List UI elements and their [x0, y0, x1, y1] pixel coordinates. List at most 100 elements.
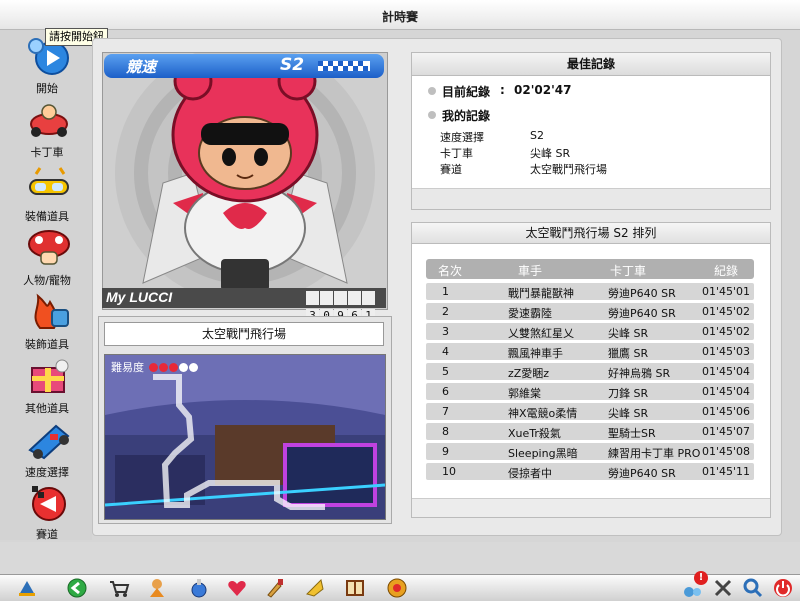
- time-cell: 01'45'11: [702, 465, 751, 478]
- score-digit: [320, 291, 333, 305]
- kart-cell: 刀鋒 SR: [608, 387, 649, 400]
- horn-icon[interactable]: [304, 577, 326, 599]
- potion-icon[interactable]: [188, 577, 210, 599]
- settings-icon[interactable]: [712, 577, 734, 599]
- kart-cell: 勞迪P640 SR: [608, 467, 676, 480]
- current-record-label: 目前紀錄: [442, 85, 491, 99]
- track-preview-image: [105, 355, 385, 519]
- best-record-title: 最佳記錄: [412, 53, 770, 76]
- driver-cell: 侵掠者中: [508, 467, 552, 480]
- current-record-value: 02'02'47: [514, 83, 572, 97]
- rank-cell: 10: [442, 465, 456, 478]
- sidebar-item-label: 卡丁車: [30, 146, 64, 159]
- sidebar-item-label: 其他道具: [25, 402, 69, 415]
- driver-cell: 飄風神車手: [508, 347, 563, 360]
- rank-cell: 3: [442, 325, 449, 338]
- sidebar-item-label: 人物/寵物: [23, 274, 71, 287]
- sidebar-item-kart[interactable]: 卡丁車: [4, 100, 90, 162]
- kart-cell: 好神烏鴉 SR: [608, 367, 671, 380]
- record-field-value: 尖峰 SR: [530, 147, 571, 160]
- sidebar-item-character-pet[interactable]: 人物/寵物: [4, 228, 90, 290]
- table-row[interactable]: 10 侵掠者中 勞迪P640 SR 01'45'11: [426, 463, 754, 480]
- table-row[interactable]: 1 戰鬥暴龍獸神 勞迪P640 SR 01'45'01: [426, 283, 754, 300]
- kart-cell: 聖騎士SR: [608, 427, 656, 440]
- sidebar-item-speed-select[interactable]: 速度選擇: [4, 420, 90, 482]
- kart-cell: 尖峰 SR: [608, 327, 649, 340]
- record-field-value: S2: [530, 129, 544, 142]
- kart-cell: 獵鷹 SR: [608, 347, 649, 360]
- record-field-key: 速度選擇: [440, 131, 484, 144]
- rank-cell: 1: [442, 285, 449, 298]
- driver-cell: 戰鬥暴龍獸神: [508, 287, 574, 300]
- table-row[interactable]: 6 郭維棠 刀鋒 SR 01'45'04: [426, 383, 754, 400]
- character-icon[interactable]: [146, 577, 168, 599]
- column-header: 紀錄: [714, 264, 739, 278]
- start-logo-icon[interactable]: [16, 577, 38, 599]
- checkered-flag-icon: [32, 486, 66, 521]
- bullet-icon: [428, 87, 436, 95]
- table-row[interactable]: 9 Sleeping黑暗 練習用卡丁車 PRO 01'45'08: [426, 443, 754, 460]
- difficulty-dot: [168, 363, 178, 372]
- driver-cell: 神X電競o柔情: [508, 407, 578, 420]
- time-cell: 01'45'01: [702, 285, 751, 298]
- kart-cell: 勞迪P640 SR: [608, 287, 676, 300]
- track-name: 太空戰鬥飛行場: [104, 322, 384, 346]
- mushroom-character-icon: [28, 230, 70, 265]
- kart-emblem-icon[interactable]: [386, 577, 408, 599]
- back-arrow-icon[interactable]: [66, 577, 88, 599]
- sidebar-item-equipment[interactable]: 裝備道具: [4, 164, 90, 226]
- rank-cell: 7: [442, 405, 449, 418]
- driver-cell: Sleeping黑暗: [508, 447, 578, 460]
- shopping-cart-icon[interactable]: [108, 577, 130, 599]
- panel-footer: [412, 498, 770, 517]
- notification-badge: !: [694, 571, 708, 585]
- rank-cell: 5: [442, 365, 449, 378]
- sidebar-item-label: 裝備道具: [25, 210, 69, 223]
- difficulty-indicator: 難易度: [111, 359, 198, 375]
- difficulty-dots: [148, 361, 198, 374]
- flame-shirt-icon: [34, 293, 69, 329]
- bullet-icon: [428, 111, 436, 119]
- panel-footer: [412, 188, 770, 209]
- current-record-separator: :: [500, 83, 505, 97]
- record-field-key: 卡丁車: [440, 147, 473, 160]
- column-header: 名次: [438, 264, 463, 278]
- time-cell: 01'45'06: [702, 405, 751, 418]
- goggles-icon: [29, 167, 69, 195]
- character-illustration: [115, 53, 375, 303]
- ranking-panel: 太空戰鬥飛行場 S2 排列 名次 車手 卡丁車 紀錄 1 戰鬥暴龍獸神 勞迪P640…: [411, 222, 771, 518]
- time-cell: 01'45'04: [702, 365, 751, 378]
- best-record-panel: 最佳記錄 目前紀錄 : 02'02'47 我的記錄 速度選擇 S2 卡丁車 尖峰…: [411, 52, 771, 210]
- sidebar-item-other-items[interactable]: 其他道具: [4, 356, 90, 418]
- mode-label: 競速: [126, 58, 157, 76]
- sidebar-item-track[interactable]: 賽道: [4, 482, 90, 544]
- character-preview: [102, 52, 388, 310]
- kart-cell: 尖峰 SR: [608, 407, 649, 420]
- sidebar-item-label: 速度選擇: [25, 466, 69, 479]
- table-row[interactable]: 7 神X電競o柔情 尖峰 SR 01'45'06: [426, 403, 754, 420]
- score-digit: [362, 291, 375, 305]
- difficulty-label: 難易度: [111, 361, 144, 374]
- paint-brush-icon[interactable]: [264, 577, 286, 599]
- table-row[interactable]: 4 飄風神車手 獵鷹 SR 01'45'03: [426, 343, 754, 360]
- difficulty-dot: [158, 363, 168, 372]
- sidebar-item-decoration[interactable]: 裝飾道具: [4, 292, 90, 354]
- time-cell: 01'45'02: [702, 325, 751, 338]
- kart-cell: 練習用卡丁車 PRO: [608, 447, 701, 460]
- table-row[interactable]: 3 乂雙煞紅星乂 尖峰 SR 01'45'02: [426, 323, 754, 340]
- search-icon[interactable]: [742, 577, 764, 599]
- table-row[interactable]: 2 愛速霸陸 勞迪P640 SR 01'45'02: [426, 303, 754, 320]
- status-bar: [0, 542, 800, 574]
- power-icon[interactable]: [772, 577, 794, 599]
- table-row[interactable]: 8 XueTr殺氣 聖騎士SR 01'45'07: [426, 423, 754, 440]
- table-row[interactable]: 5 zZ愛睏z 好神烏鴉 SR 01'45'04: [426, 363, 754, 380]
- heart-icon[interactable]: [226, 577, 248, 599]
- title-bar: 計時賽: [0, 0, 800, 30]
- column-header: 車手: [518, 264, 543, 278]
- driver-cell: 乂雙煞紅星乂: [508, 327, 574, 340]
- score-digit: [334, 291, 347, 305]
- track-preview: 難易度: [104, 354, 386, 520]
- driver-cell: XueTr殺氣: [508, 427, 561, 440]
- book-icon[interactable]: [344, 577, 366, 599]
- difficulty-dot: [188, 363, 198, 372]
